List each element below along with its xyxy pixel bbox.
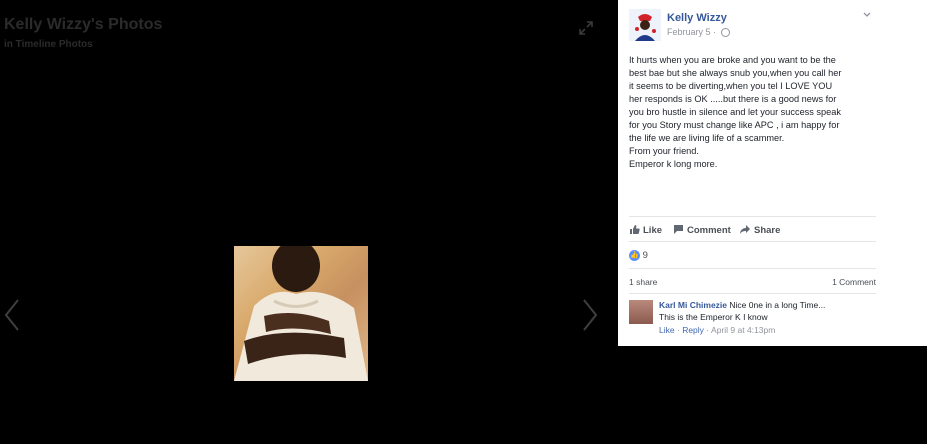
reactions[interactable]: 👍 9 — [629, 250, 648, 261]
post-text-line: it seems to be diverting,when you tel I … — [629, 81, 833, 91]
thumbs-up-icon — [630, 225, 640, 234]
shares-count[interactable]: 1 share — [629, 277, 657, 287]
post-date: February 5 · — [667, 27, 730, 38]
like-badge-icon: 👍 — [629, 250, 640, 261]
post-date-text[interactable]: February 5 — [667, 27, 711, 37]
share-label: Share — [754, 225, 781, 236]
date-separator: · — [713, 27, 717, 37]
post-stats: 1 share 1 Comment — [629, 268, 876, 294]
comment-label: Comment — [687, 225, 731, 236]
globe-icon — [720, 28, 730, 38]
album-subtitle[interactable]: in Timeline Photos — [4, 39, 93, 50]
post-text-line: It hurts when you are broke and you want… — [629, 55, 836, 65]
chevron-right-icon[interactable] — [580, 298, 600, 332]
post-text-line: you bro hustle in silence and let your s… — [629, 107, 841, 117]
share-button[interactable]: Share — [739, 224, 780, 236]
comment-icon — [674, 225, 683, 234]
comment-text: Nice 0ne in a long Time... — [729, 300, 826, 310]
main-photo — [234, 246, 368, 381]
chevron-left-icon[interactable] — [2, 298, 22, 332]
meta-separator: · — [676, 325, 680, 335]
comment-meta: Like · Reply · April 9 at 4:13pm — [659, 325, 775, 335]
reaction-count: 9 — [642, 250, 648, 262]
photo-viewer: Kelly Wizzy's Photos in Timeline Photos — [0, 0, 617, 444]
post-panel: Kelly Wizzy February 5 · It hurts when y… — [618, 0, 927, 346]
comment-reply-link[interactable]: Reply — [682, 325, 704, 335]
post-text-line: best bae but she always snub you,when yo… — [629, 68, 842, 78]
comment-text-line: This is the Emperor K I know — [659, 312, 768, 322]
like-label: Like — [643, 225, 663, 236]
like-button[interactable]: Like — [629, 224, 662, 236]
comment-like-link[interactable]: Like — [659, 325, 675, 335]
post-text-line: the life we are living life of a scammer… — [629, 133, 785, 143]
avatar[interactable] — [629, 9, 661, 41]
comment-button[interactable]: Comment — [673, 224, 731, 236]
post-text-line: for you Story must change like APC , i a… — [629, 120, 840, 130]
post-text-line: Emperor k long more. — [629, 159, 718, 169]
chevron-down-icon[interactable] — [862, 10, 872, 20]
comment-author[interactable]: Karl Mi Chimezie Nice 0ne in a long Time… — [659, 300, 825, 310]
post-text: It hurts when you are broke and you want… — [629, 54, 881, 171]
action-bar: Like Comment Share — [629, 216, 876, 242]
comments-count[interactable]: 1 Comment — [832, 277, 876, 287]
post-text-line: From your friend. — [629, 146, 699, 156]
comment-author-name[interactable]: Karl Mi Chimezie — [659, 300, 727, 310]
post-text-line: her responds is OK .....but there is a g… — [629, 94, 837, 104]
comment-time[interactable]: April 9 at 4:13pm — [711, 325, 775, 335]
post-author[interactable]: Kelly Wizzy — [667, 12, 727, 24]
meta-separator: · — [706, 325, 710, 335]
expand-icon[interactable] — [578, 20, 594, 36]
comment-avatar[interactable] — [629, 300, 653, 324]
share-icon — [740, 225, 750, 234]
album-title[interactable]: Kelly Wizzy's Photos — [4, 16, 162, 34]
